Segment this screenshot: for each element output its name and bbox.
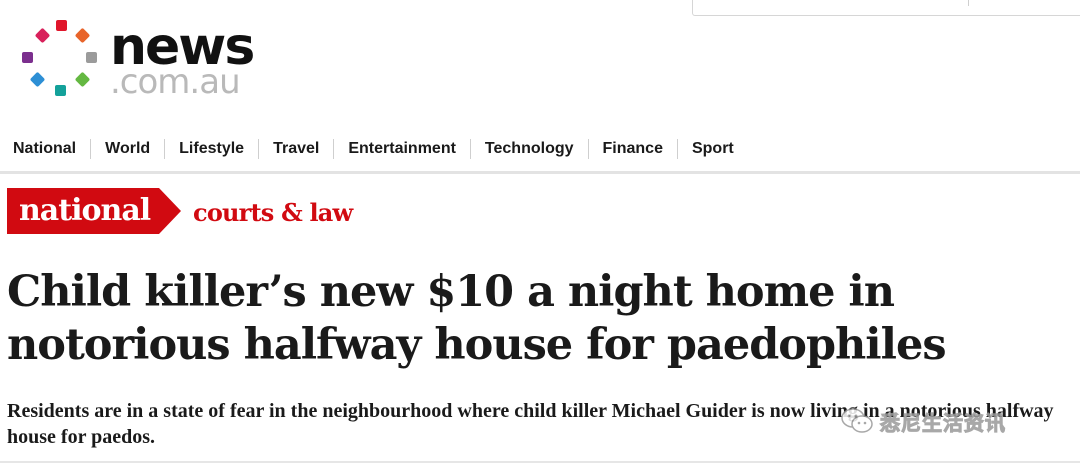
logo-dot (55, 85, 66, 96)
section-tag-national[interactable]: national (7, 188, 181, 234)
nav-item-finance[interactable]: Finance (587, 139, 677, 159)
subsection-link-courts-law[interactable]: courts & law (193, 198, 353, 228)
logo-dot (74, 71, 91, 88)
article-headline: Child killer’s new $10 a night home in n… (7, 267, 947, 370)
nav-item-technology[interactable]: Technology (469, 139, 588, 159)
nav-item-national[interactable]: National (0, 139, 90, 159)
nav-item-sport[interactable]: Sport (676, 139, 748, 159)
logo-dot (34, 27, 51, 44)
content-divider (0, 461, 1080, 463)
nav-divider (0, 171, 1080, 174)
search-box[interactable] (692, 0, 1080, 16)
search-box-divider (968, 0, 969, 6)
logo-dot (86, 52, 97, 63)
logo-dot (29, 71, 46, 88)
logo-dot (22, 52, 33, 63)
watermark-text: 悉尼生活资讯 (880, 410, 1006, 435)
logo-wordmark-domain: .com.au (110, 62, 241, 102)
nav-item-lifestyle[interactable]: Lifestyle (164, 139, 258, 159)
logo-dot (56, 20, 67, 31)
nav-item-world[interactable]: World (90, 139, 164, 159)
main-nav: National World Lifestyle Travel Entertai… (0, 138, 748, 160)
wechat-icon (841, 408, 873, 433)
watermark: 悉尼生活资讯 (840, 403, 1006, 439)
news-logo[interactable]: news .com.au (20, 18, 270, 102)
nav-item-entertainment[interactable]: Entertainment (333, 139, 470, 159)
logo-dot (74, 27, 91, 44)
nav-item-travel[interactable]: Travel (258, 139, 333, 159)
